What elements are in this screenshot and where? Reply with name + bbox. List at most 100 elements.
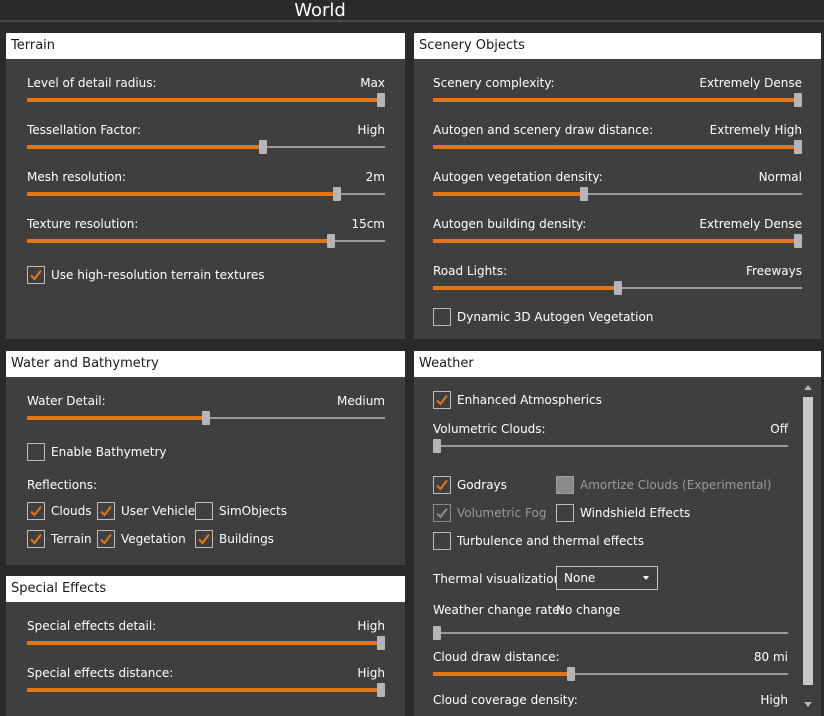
effects-detail-slider[interactable]: [27, 636, 385, 650]
dynamic-3d-label: Dynamic 3D Autogen Vegetation: [457, 310, 654, 324]
hires-terrain-checkbox[interactable]: Use high-resolution terrain textures: [27, 265, 265, 285]
windshield-effects-checkbox[interactable]: Windshield Effects: [556, 503, 690, 523]
scroll-up-icon[interactable]: [804, 385, 812, 390]
slider-thumb[interactable]: [377, 636, 385, 650]
vegetation-density-row: Autogen vegetation density: Normal: [433, 169, 802, 209]
volumetric-clouds-slider[interactable]: [433, 439, 788, 453]
mesh-slider[interactable]: [27, 187, 385, 201]
slider-thumb[interactable]: [794, 93, 802, 107]
checkbox-box: [556, 476, 574, 494]
building-density-slider[interactable]: [433, 234, 802, 248]
slider-thumb[interactable]: [567, 667, 576, 681]
weather-panel: Weather Enhanced Atmospherics Volumetric…: [414, 351, 821, 716]
cloud-coverage-label: Cloud coverage density:: [433, 693, 578, 707]
checkbox-box[interactable]: [27, 530, 45, 548]
slider-thumb[interactable]: [202, 411, 210, 425]
checkbox-box[interactable]: [97, 530, 115, 548]
reflect-terrain-checkbox[interactable]: Terrain: [27, 529, 92, 549]
autogen-distance-slider[interactable]: [433, 140, 802, 154]
dynamic-3d-checkbox[interactable]: Dynamic 3D Autogen Vegetation: [433, 307, 653, 327]
vegetation-density-label: Autogen vegetation density:: [433, 170, 603, 184]
slider-thumb[interactable]: [433, 626, 441, 640]
complexity-value: Extremely Dense: [699, 76, 802, 90]
texture-label: Texture resolution:: [27, 217, 139, 231]
slider-thumb[interactable]: [433, 439, 441, 453]
effects-panel: Special Effects Special effects detail: …: [6, 576, 405, 716]
enhanced-atmospherics-checkbox[interactable]: Enhanced Atmospherics: [433, 390, 602, 410]
scrollbar-thumb[interactable]: [803, 397, 813, 685]
reflect-user-vehicle-checkbox[interactable]: User Vehicle: [97, 501, 195, 521]
checkbox-box[interactable]: [27, 443, 45, 461]
weather-header: Weather: [414, 351, 821, 377]
road-lights-slider[interactable]: [433, 281, 802, 295]
checkbox-box[interactable]: [195, 530, 213, 548]
slider-thumb[interactable]: [580, 187, 589, 201]
checkbox-box[interactable]: [97, 502, 115, 520]
slider-thumb[interactable]: [613, 281, 622, 295]
texture-slider[interactable]: [27, 234, 385, 248]
checkbox-box[interactable]: [27, 502, 45, 520]
mesh-row: Mesh resolution: 2m: [27, 169, 385, 209]
hires-terrain-label: Use high-resolution terrain textures: [51, 268, 265, 282]
cloud-distance-slider[interactable]: [433, 667, 788, 681]
godrays-checkbox[interactable]: Godrays: [433, 475, 507, 495]
slider-thumb[interactable]: [259, 140, 268, 154]
cloud-distance-row: Cloud draw distance: 80 mi: [433, 649, 788, 689]
building-density-row: Autogen building density: Extremely Dens…: [433, 216, 802, 256]
bathymetry-checkbox[interactable]: Enable Bathymetry: [27, 442, 167, 462]
chevron-down-icon[interactable]: [643, 576, 649, 580]
road-lights-value: Freeways: [746, 264, 802, 278]
reflect-clouds-label: Clouds: [51, 504, 92, 518]
reflect-simobjects-checkbox[interactable]: SimObjects: [195, 501, 287, 521]
water-detail-value: Medium: [337, 394, 385, 408]
tessellation-row: Tessellation Factor: High: [27, 122, 385, 162]
reflect-vegetation-checkbox[interactable]: Vegetation: [97, 529, 186, 549]
turbulence-checkbox[interactable]: Turbulence and thermal effects: [433, 531, 644, 551]
slider-thumb[interactable]: [333, 187, 342, 201]
checkbox-box[interactable]: [433, 476, 451, 494]
slider-fill: [27, 641, 385, 645]
lod-slider[interactable]: [27, 93, 385, 107]
thermal-selected: None: [564, 571, 596, 585]
checkbox-box[interactable]: [433, 391, 451, 409]
checkmark-icon: [100, 505, 112, 517]
slider-fill: [433, 145, 802, 149]
effects-distance-slider[interactable]: [27, 683, 385, 697]
checkbox-box[interactable]: [556, 504, 574, 522]
tessellation-slider[interactable]: [27, 140, 385, 154]
slider-fill: [27, 239, 332, 243]
weather-scrollbar[interactable]: [803, 385, 813, 707]
change-rate-slider[interactable]: [433, 626, 788, 640]
lod-value: Max: [360, 76, 385, 90]
checkbox-box[interactable]: [195, 502, 213, 520]
slider-thumb[interactable]: [794, 234, 802, 248]
reflect-buildings-label: Buildings: [219, 532, 274, 546]
checkbox-box[interactable]: [433, 308, 451, 326]
thermal-dropdown[interactable]: None: [556, 566, 658, 590]
tessellation-label: Tessellation Factor:: [27, 123, 141, 137]
slider-thumb[interactable]: [377, 683, 385, 697]
amortize-clouds-checkbox: Amortize Clouds (Experimental): [556, 475, 771, 495]
slider-thumb[interactable]: [377, 93, 385, 107]
building-density-label: Autogen building density:: [433, 217, 587, 231]
checkbox-box[interactable]: [27, 266, 45, 284]
checkmark-icon: [100, 533, 112, 545]
reflect-clouds-checkbox[interactable]: Clouds: [27, 501, 92, 521]
reflect-buildings-checkbox[interactable]: Buildings: [195, 529, 274, 549]
slider-thumb[interactable]: [327, 234, 336, 248]
reflect-terrain-label: Terrain: [51, 532, 92, 546]
checkmark-icon: [436, 479, 448, 491]
slider-fill: [27, 192, 338, 196]
slider-thumb[interactable]: [794, 140, 802, 154]
water-detail-slider[interactable]: [27, 411, 385, 425]
volumetric-clouds-value: Off: [770, 422, 788, 436]
vegetation-density-slider[interactable]: [433, 187, 802, 201]
complexity-slider[interactable]: [433, 93, 802, 107]
slider-fill: [27, 98, 385, 102]
change-rate-row: Weather change rate: No change: [433, 602, 788, 642]
checkbox-box[interactable]: [433, 532, 451, 550]
water-header: Water and Bathymetry: [6, 351, 405, 377]
effects-distance-label: Special effects distance:: [27, 666, 174, 680]
scroll-down-icon[interactable]: [804, 702, 812, 707]
checkmark-icon: [30, 269, 42, 281]
